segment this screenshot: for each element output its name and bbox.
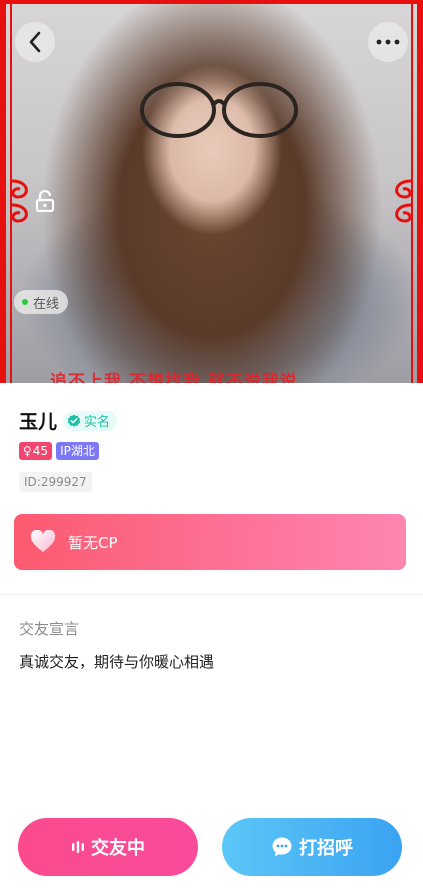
heart-icon (30, 530, 56, 552)
chat-bubble-icon (272, 837, 292, 857)
chevron-left-icon (29, 31, 41, 53)
online-status-badge: 在线 (14, 290, 69, 314)
greet-button[interactable]: 打招呼 (222, 818, 402, 876)
friend-status-button[interactable]: 交友中 (18, 818, 198, 876)
verified-label: 实名 (84, 415, 111, 430)
ip-location-tag: IP湖北 (56, 442, 99, 460)
friend-status-label: 交友中 (91, 838, 145, 859)
photo-frame-right (417, 0, 423, 383)
user-name: 玉儿 (19, 411, 58, 433)
greet-label: 打招呼 (299, 838, 353, 859)
online-dot-icon (22, 299, 28, 305)
section-divider (0, 594, 423, 595)
back-button[interactable] (15, 22, 55, 62)
photo-frame-left (0, 0, 6, 383)
profile-photo[interactable]: 在线 追不上我 不想找我 就不说我说 (0, 0, 423, 383)
age-value: 45 (32, 444, 49, 458)
user-id[interactable]: ID:299927 (19, 472, 92, 492)
verified-badge: 实名 (63, 410, 118, 431)
lock-icon[interactable] (35, 190, 55, 212)
verified-check-icon (67, 414, 81, 427)
declaration-text: 真诚交友，期待与你暖心相遇 (19, 653, 215, 671)
tag-row: ♀ 45 IP湖北 (19, 442, 99, 460)
audio-wave-icon (72, 841, 84, 853)
frame-ornament-left (11, 179, 28, 223)
female-icon: ♀ (23, 444, 32, 458)
photo-caption: 追不上我 不想找我 就不说我说 (50, 372, 298, 383)
declaration-title: 交友宣言 (19, 620, 80, 638)
gender-age-tag: ♀ 45 (19, 442, 53, 460)
online-status-label: 在线 (33, 296, 60, 312)
more-button[interactable] (368, 22, 408, 62)
frame-ornament-right (395, 179, 412, 223)
cp-label: 暂无CP (68, 533, 118, 552)
photo-glasses (140, 82, 298, 138)
name-row: 玉儿 实名 (19, 407, 118, 434)
photo-frame-top (0, 0, 423, 4)
cp-card[interactable]: 暂无CP (14, 514, 406, 570)
more-horizontal-icon (376, 39, 400, 45)
